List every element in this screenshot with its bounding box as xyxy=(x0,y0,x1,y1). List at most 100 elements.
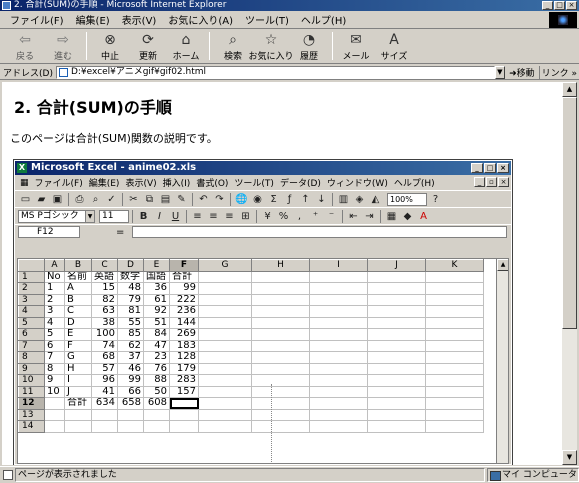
row-header: 9 xyxy=(18,362,45,375)
cell xyxy=(309,270,368,283)
toolbar-button-label: 進む xyxy=(53,52,72,62)
cell: 179 xyxy=(169,362,199,375)
stop-icon: ⊗ xyxy=(104,32,116,48)
column-header: J xyxy=(367,259,426,272)
cell xyxy=(367,270,426,283)
cell: E xyxy=(64,328,92,341)
excel-titlebar: X Microsoft Excel - anime02.xls _ □ × xyxy=(15,161,511,175)
redo-icon: ↷ xyxy=(215,193,224,205)
font-size-icon: A xyxy=(389,32,399,48)
excel-format-toolbar: MS Pゴシック ▼ 11 B I U ≡ ≡ ≡ ⊞ ¥ % , ⁺ ⁻ ⇤ ⇥ xyxy=(15,207,511,224)
cell xyxy=(251,282,310,295)
page-favicon-icon xyxy=(58,67,68,77)
cell: 名前 xyxy=(64,270,92,283)
table-row: 11 10 J 41 66 50 157 xyxy=(18,385,484,398)
back-button[interactable]: ⇦ 戻る xyxy=(6,30,44,62)
table-row: 12 合計 634 658 608 xyxy=(18,397,484,410)
scroll-down-button[interactable]: ▼ xyxy=(562,450,577,465)
scroll-up-button[interactable]: ▲ xyxy=(562,82,577,97)
cell: D xyxy=(64,316,92,329)
cell: 144 xyxy=(169,316,199,329)
font-name-select: MS Pゴシック ▼ xyxy=(18,209,95,223)
toolbar-button[interactable]: ⌂ ホーム xyxy=(167,30,205,62)
cell: 数学 xyxy=(117,270,144,283)
cell xyxy=(309,420,368,433)
menu-item[interactable]: ヘルプ(H) xyxy=(295,12,352,27)
font-size-select: 11 xyxy=(99,209,129,223)
scroll-thumb[interactable] xyxy=(562,97,577,329)
page-status-icon xyxy=(3,470,13,480)
cell: 国語 xyxy=(143,270,170,283)
drawing-icon: ◭ xyxy=(371,193,380,205)
toolbar-button-label: ホーム xyxy=(172,52,200,62)
minimize-button[interactable]: _ xyxy=(542,1,553,10)
cell xyxy=(198,328,252,341)
increase-indent-icon: ⇥ xyxy=(365,210,374,222)
security-zone: マイ コンピュータ xyxy=(487,468,579,482)
close-button[interactable]: × xyxy=(566,1,577,10)
cell xyxy=(251,328,310,341)
row-header: 8 xyxy=(18,351,45,364)
back-arrow-icon: ⇦ xyxy=(19,32,31,48)
cell xyxy=(425,420,484,433)
cell: 6 xyxy=(44,339,65,352)
toolbar-button-label: 中止 xyxy=(100,52,119,62)
cell: 51 xyxy=(143,316,170,329)
toolbar-button[interactable]: ⌕ 検索 xyxy=(214,30,252,62)
cell xyxy=(425,351,484,364)
maximize-button[interactable]: □ xyxy=(554,1,565,10)
autosum-icon: Σ xyxy=(270,193,277,205)
merge-center-icon: ⊞ xyxy=(241,210,250,222)
ie-page-icon xyxy=(2,1,11,10)
font-color-icon: A xyxy=(420,210,427,222)
cell: 658 xyxy=(117,397,144,410)
cell xyxy=(425,339,484,352)
cell xyxy=(251,397,310,410)
name-box: F12 xyxy=(18,226,80,238)
print-icon: ⎙ xyxy=(75,193,84,205)
cell: 47 xyxy=(143,339,170,352)
links-button[interactable]: リンク » xyxy=(538,65,579,79)
menu-item[interactable]: お気に入り(A) xyxy=(162,12,239,27)
page-scrollbar[interactable]: ▲ ▼ xyxy=(562,82,577,465)
menu-item[interactable]: ツール(T) xyxy=(239,12,295,27)
excel-logo-icon: X xyxy=(17,163,27,173)
row-header: 4 xyxy=(18,305,45,318)
borders-icon: ▦ xyxy=(386,210,397,222)
cell: 269 xyxy=(169,328,199,341)
decrease-decimal-icon: ⁻ xyxy=(328,210,335,222)
cell: 37 xyxy=(117,351,144,364)
cell xyxy=(367,362,426,375)
cell xyxy=(309,408,368,421)
cell: 1 xyxy=(44,282,65,295)
toolbar-button[interactable]: ⟳ 更新 xyxy=(129,30,167,62)
toolbar-button[interactable]: A サイズ xyxy=(375,30,413,62)
cell xyxy=(169,397,199,410)
toolbar-button[interactable]: ✉ メール xyxy=(337,30,375,62)
cell xyxy=(198,374,252,387)
toolbar-button[interactable]: ◔ 履歴 xyxy=(290,30,328,62)
table-row: 8 7 G 68 37 23 128 xyxy=(18,351,484,364)
cell: G xyxy=(64,351,92,364)
web-toolbar-icon: ◉ xyxy=(253,193,262,205)
toolbar-button[interactable]: ⊗ 中止 xyxy=(91,30,129,62)
cell xyxy=(44,420,65,433)
cell xyxy=(251,270,310,283)
cell: 5 xyxy=(44,328,65,341)
menu-item[interactable]: 表示(V) xyxy=(116,12,163,27)
go-button[interactable]: ➜移動 xyxy=(505,66,539,79)
cell xyxy=(117,420,144,433)
forward-button[interactable]: ⇨ 進む xyxy=(44,30,82,62)
cell xyxy=(367,282,426,295)
menu-item[interactable]: ファイル(F) xyxy=(4,12,70,27)
cell xyxy=(425,316,484,329)
align-right-icon: ≡ xyxy=(225,210,234,222)
cell xyxy=(425,328,484,341)
address-dropdown-button[interactable]: ▼ xyxy=(494,65,506,79)
menu-item[interactable]: 編集(E) xyxy=(70,12,116,27)
address-input[interactable]: D:¥excel¥アニメgif¥gif02.html xyxy=(55,65,495,79)
cell: 66 xyxy=(117,385,144,398)
cell: 79 xyxy=(117,293,144,306)
column-header: C xyxy=(91,259,118,272)
toolbar-button[interactable]: ☆ お気に入り xyxy=(249,30,294,62)
